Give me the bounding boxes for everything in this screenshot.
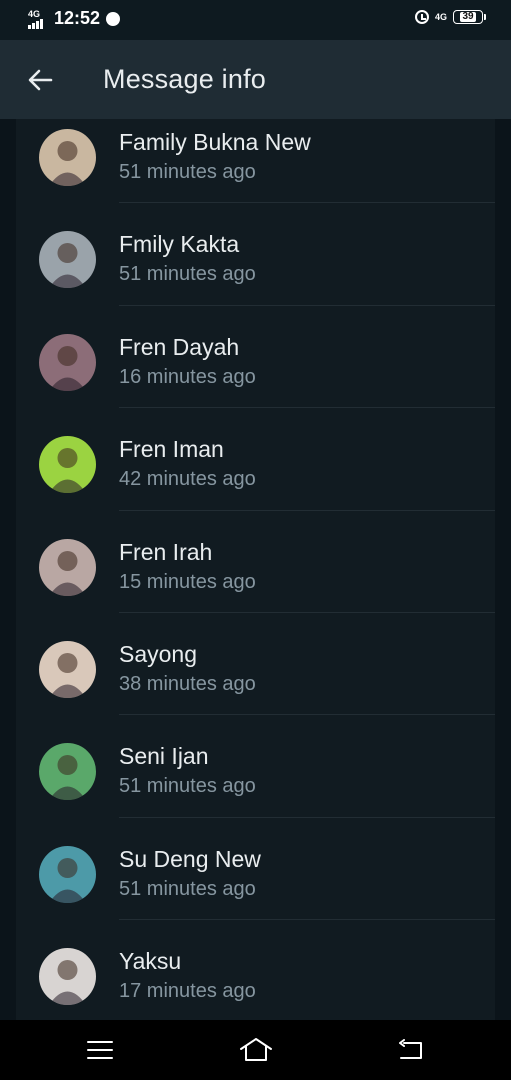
status-bar: 4G 12:52 4G 39 [0, 0, 511, 40]
avatar[interactable] [39, 845, 96, 903]
signal-icon: 4G [28, 9, 48, 29]
contact-name: Fren Irah [119, 538, 213, 565]
read-time: 16 minutes ago [119, 365, 256, 388]
avatar[interactable] [39, 333, 96, 391]
contact-name: Fren Iman [119, 436, 224, 463]
contact-name: Su Deng New [119, 845, 261, 872]
menu-icon [87, 1041, 113, 1059]
avatar[interactable] [39, 436, 96, 494]
screen: 4G 12:52 4G 39 Message info Family Bukna… [0, 0, 511, 1080]
contact-name: Fren Dayah [119, 333, 240, 360]
list-item[interactable]: Sayong 38 minutes ago [16, 613, 495, 716]
read-time: 51 minutes ago [119, 775, 256, 798]
read-time: 51 minutes ago [119, 877, 256, 900]
message-notification-icon [106, 11, 121, 26]
list-item[interactable]: Fren Irah 15 minutes ago [16, 511, 495, 613]
list-item[interactable]: Fren Iman 42 minutes ago [16, 408, 495, 511]
list-item[interactable]: Fren Dayah 16 minutes ago [16, 306, 495, 409]
read-time: 51 minutes ago [119, 161, 256, 183]
right-margin [495, 119, 511, 1020]
back-icon [399, 1039, 422, 1059]
alarm-icon [414, 10, 429, 24]
read-by-list: Family Bukna New 51 minutes ago Fmily Kakt… [16, 119, 495, 1023]
network-type: 4G [434, 11, 447, 22]
contact-name: Yaksu [119, 948, 182, 975]
list-item[interactable]: Yaksu 17 minutes ago [16, 920, 495, 1023]
arrow-left-icon [28, 69, 53, 91]
home-button[interactable] [236, 1035, 276, 1065]
home-icon [240, 1038, 272, 1061]
avatar[interactable] [39, 640, 96, 698]
battery-level: 39 [460, 11, 476, 22]
avatar[interactable] [39, 948, 96, 1006]
status-time: 12:52 [54, 8, 101, 28]
left-margin [0, 119, 16, 1020]
contact-name: Fmily Kakta [119, 231, 240, 258]
list-item[interactable]: Seni Ijan 51 minutes ago [16, 715, 495, 818]
contact-name: Family Bukna New [119, 129, 311, 155]
list-item[interactable]: Su Deng New 51 minutes ago [16, 818, 495, 921]
back-button[interactable] [20, 60, 60, 100]
read-time: 51 minutes ago [119, 263, 256, 286]
avatar[interactable] [39, 538, 96, 596]
contact-name: Sayong [119, 640, 198, 667]
avatar[interactable] [39, 743, 96, 801]
page-title: Message info [103, 64, 266, 94]
list-item[interactable]: Fmily Kakta 51 minutes ago [16, 203, 495, 306]
read-time: 38 minutes ago [119, 672, 256, 695]
list-item[interactable]: Family Bukna New 51 minutes ago [16, 101, 495, 204]
contact-name: Seni Ijan [119, 743, 209, 770]
read-time: 15 minutes ago [119, 570, 256, 593]
battery-icon: 39 [453, 10, 486, 24]
avatar[interactable] [39, 129, 96, 186]
read-time: 17 minutes ago [119, 980, 256, 1003]
menu-button[interactable] [80, 1035, 120, 1065]
avatar[interactable] [39, 231, 96, 289]
back-nav-button[interactable] [390, 1035, 430, 1065]
navigation-bar [0, 1020, 511, 1080]
read-time: 42 minutes ago [119, 468, 256, 491]
